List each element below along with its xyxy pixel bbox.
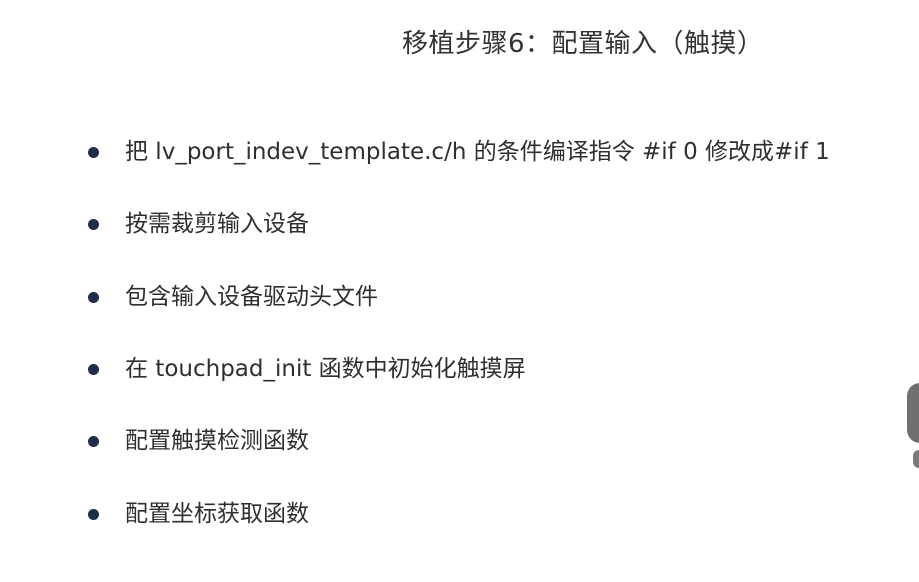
bullet-item: 把 lv_port_indev_template.c/h 的条件编译指令 #if… [88,135,830,169]
slide-title: 移植步骤6：配置输入（触摸） [402,29,764,59]
bullet-dot-icon [88,218,99,230]
bullet-dot-icon [88,146,99,158]
bullet-text: 配置坐标获取函数 [125,501,309,527]
bullet-dot-icon [88,508,99,520]
bullet-text: 把 lv_port_indev_template.c/h 的条件编译指令 #if… [125,139,830,165]
bullet-text: 按需裁剪输入设备 [125,211,309,237]
bullet-dot-icon [88,363,99,375]
slide: 移植步骤6：配置输入（触摸） 把 lv_port_indev_template.… [0,0,919,582]
bullet-item: 按需裁剪输入设备 [88,207,309,241]
bullet-text: 在 touchpad_init 函数中初始化触摸屏 [125,356,526,382]
bullet-item: 在 touchpad_init 函数中初始化触摸屏 [88,352,526,386]
bullet-item: 配置坐标获取函数 [88,497,309,531]
bullet-dot-icon [88,435,99,447]
bullet-item: 配置触摸检测函数 [88,424,309,458]
bullet-item: 包含输入设备驱动头文件 [88,280,378,314]
bullet-text: 配置触摸检测函数 [125,428,309,454]
edge-overlay-shape [907,383,919,443]
bullet-text: 包含输入设备驱动头文件 [125,284,378,310]
bullet-dot-icon [88,291,99,303]
edge-overlay-dot [913,450,919,468]
